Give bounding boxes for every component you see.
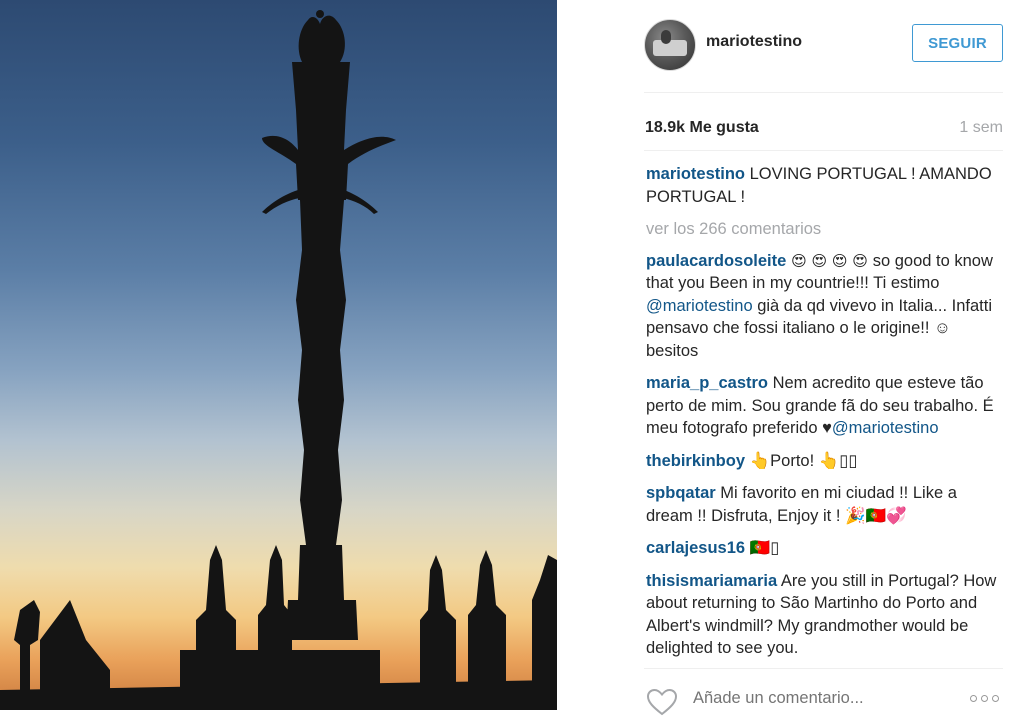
comment-item: carlajesus16 🇵🇹▯ <box>646 537 1006 560</box>
comment-mention[interactable]: @mariotestino <box>832 419 939 437</box>
avatar-image-figure <box>661 30 671 44</box>
pillory-silhouette <box>0 10 557 710</box>
dot-icon <box>992 695 999 702</box>
comment-username[interactable]: maria_p_castro <box>646 374 768 392</box>
comment-item: thisismariamaria Are you still in Portug… <box>646 570 1006 660</box>
dot-icon <box>981 695 988 702</box>
comment-username[interactable]: thebirkinboy <box>646 452 745 470</box>
add-comment-input[interactable] <box>693 689 933 708</box>
comment-emoji: 😍 😍 😍 😍 <box>786 251 873 270</box>
instagram-post: mariotestino SEGUIR 18.9k Me gusta 1 sem… <box>0 0 1024 716</box>
view-all-comments-link[interactable]: ver los 266 comentarios <box>646 218 1006 241</box>
comments-list[interactable]: mariotestino LOVING PORTUGAL ! AMANDO PO… <box>646 163 1006 661</box>
likes-count[interactable]: 18.9k Me gusta <box>645 119 759 137</box>
username-link[interactable]: mariotestino <box>706 33 802 51</box>
post-time[interactable]: 1 sem <box>959 119 1003 137</box>
comment-username[interactable]: thisismariamaria <box>646 572 777 590</box>
comment-text: 🇵🇹▯ <box>745 539 780 557</box>
comment-username[interactable]: carlajesus16 <box>646 539 745 557</box>
post-footer <box>557 680 1024 716</box>
comment-username[interactable]: spbqatar <box>646 484 716 502</box>
post-side-panel: mariotestino SEGUIR 18.9k Me gusta 1 sem… <box>557 0 1024 716</box>
footer-divider <box>644 668 1003 669</box>
caption: mariotestino LOVING PORTUGAL ! AMANDO PO… <box>646 163 1006 208</box>
avatar-image-detail <box>653 40 687 56</box>
dot-icon <box>970 695 977 702</box>
more-options-button[interactable] <box>970 695 999 702</box>
follow-button[interactable]: SEGUIR <box>912 24 1003 62</box>
comment-item: paulacardosoleite 😍 😍 😍 😍 so good to kno… <box>646 250 1006 363</box>
post-photo[interactable] <box>0 0 557 710</box>
comment-username[interactable]: paulacardosoleite <box>646 252 786 270</box>
post-header: mariotestino SEGUIR <box>557 0 1024 92</box>
caption-username[interactable]: mariotestino <box>646 165 745 183</box>
comment-item: thebirkinboy 👆Porto! 👆▯▯ <box>646 450 1006 473</box>
heart-icon[interactable] <box>645 687 679 717</box>
comment-item: spbqatar Mi favorito en mi ciudad !! Lik… <box>646 482 1006 527</box>
header-divider <box>644 92 1003 93</box>
comment-mention[interactable]: @mariotestino <box>646 297 753 315</box>
avatar[interactable] <box>644 19 696 71</box>
stats-divider <box>644 150 1003 151</box>
comment-item: maria_p_castro Nem acredito que esteve t… <box>646 372 1006 440</box>
comment-text: 👆Porto! 👆▯▯ <box>745 451 858 470</box>
